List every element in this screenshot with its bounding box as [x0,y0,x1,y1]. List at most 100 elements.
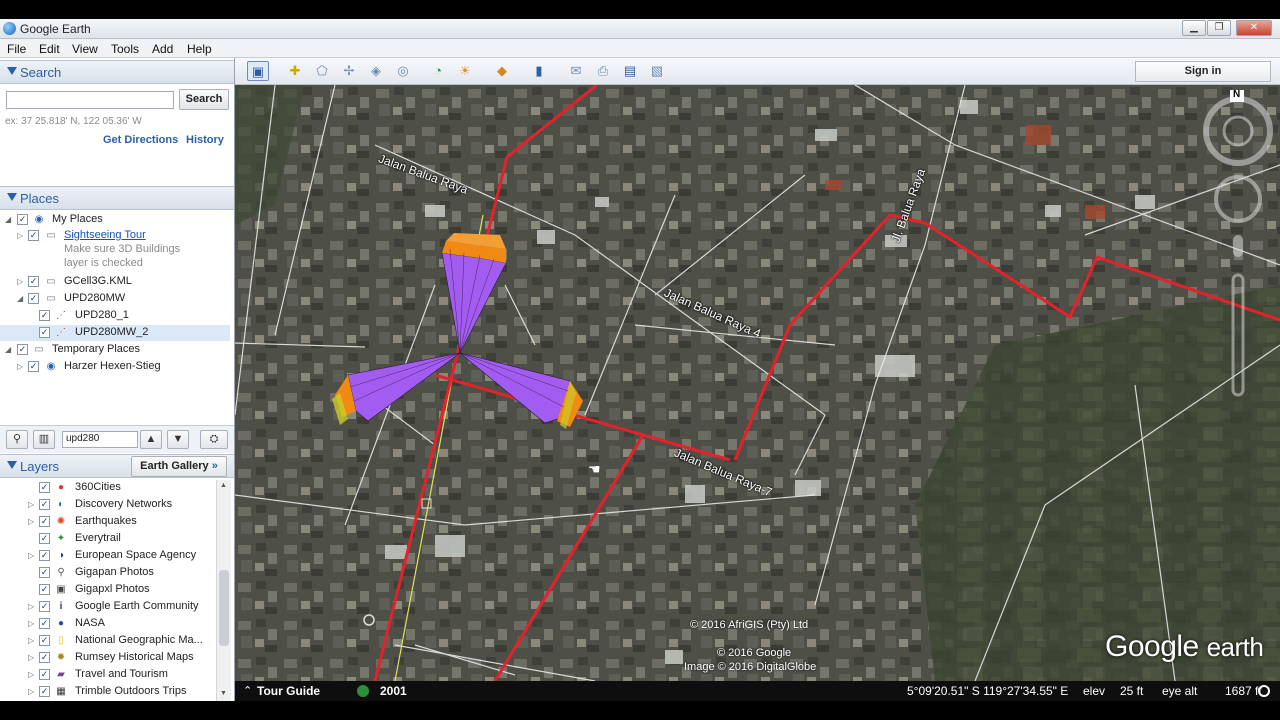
checkbox[interactable]: ✓ [39,652,50,663]
checkbox[interactable]: ✓ [28,361,39,372]
add-polygon-icon[interactable]: ⬠ [311,61,333,81]
earth-gallery-button[interactable]: Earth Gallery » [131,456,227,477]
move-up-icon[interactable]: ▲ [140,430,162,449]
checkbox[interactable]: ✓ [39,567,50,578]
checkbox[interactable]: ✓ [28,293,39,304]
tree-row-harzer-hexen-stieg[interactable]: ▷ ✓ ◉ Harzer Hexen-Stieg [0,359,230,375]
layer-row[interactable]: ▷ ✓ ◐ Discovery Networks [0,497,218,513]
expand-arrow-icon[interactable]: ▷ [28,670,34,679]
layer-row[interactable]: ✓ ● 360Cities [0,480,218,496]
layer-row[interactable]: ▷ ✓ ✹ Rumsey Historical Maps [0,650,218,666]
scroll-down-icon[interactable]: ▼ [220,690,227,697]
layers-scrollbar[interactable]: ▲ ▼ [216,480,231,701]
checkbox[interactable]: ✓ [17,344,28,355]
tree-row-upd280-1[interactable]: ✓ ⋰ UPD280_1 [0,308,230,324]
checkbox[interactable]: ✓ [39,584,50,595]
expand-arrow-icon[interactable]: ▷ [17,277,23,286]
tree-row-temporary-places[interactable]: ◢ ✓ ▭ Temporary Places [0,342,230,358]
layer-row[interactable]: ✓ ▣ Gigapxl Photos [0,582,218,598]
search-panel-header[interactable]: Search [0,60,234,84]
add-path-icon[interactable]: ✢ [338,61,360,81]
checkbox[interactable]: ✓ [39,686,50,697]
expand-arrow-icon[interactable]: ▷ [17,231,23,240]
tree-row-sightseeing-tour[interactable]: ▷ ✓ ▭ Sightseeing Tour [0,228,230,244]
checkbox[interactable]: ✓ [39,499,50,510]
layer-row[interactable]: ▷ ✓ ✺ Earthquakes [0,514,218,530]
history-link[interactable]: History [186,134,224,146]
menu-edit[interactable]: Edit [39,42,60,56]
tree-row-upd280mw[interactable]: ◢ ✓ ▭ UPD280MW [0,291,230,307]
sunlight-icon[interactable]: ☀ [454,61,476,81]
places-panel-header[interactable]: Places [0,186,234,210]
checkbox[interactable]: ✓ [39,327,50,338]
layer-row[interactable]: ▷ ✓ ● NASA [0,616,218,632]
image-overlay-icon[interactable]: ◈ [365,61,387,81]
menu-tools[interactable]: Tools [111,42,139,56]
minimize-button[interactable]: ▁ [1182,20,1206,36]
checkbox[interactable]: ✓ [28,230,39,241]
layer-row[interactable]: ▷ ✓ ▯ National Geographic Ma... [0,633,218,649]
places-filter-input[interactable]: upd280 [62,431,138,448]
expand-arrow-icon[interactable]: ◢ [5,215,11,224]
tree-row-my-places[interactable]: ◢ ✓ ◉ My Places [0,212,230,228]
tree-label[interactable]: Sightseeing Tour [64,229,146,241]
expand-arrow-icon[interactable]: ◢ [5,345,11,354]
expand-arrow-icon[interactable]: ▷ [28,517,34,526]
add-placemark-icon[interactable]: ✚ [284,61,306,81]
tree-row-upd280mw-2[interactable]: ✓ ⋰ UPD280MW_2 [0,325,230,341]
layer-row[interactable]: ✓ ✦ Everytrail [0,531,218,547]
view-in-maps-icon[interactable]: ▧ [646,61,668,81]
layer-row[interactable]: ▷ ✓ i Google Earth Community [0,599,218,615]
expand-arrow-icon[interactable]: ▷ [28,619,34,628]
layer-row[interactable]: ▷ ✓ ▰ Travel and Tourism [0,667,218,683]
menu-add[interactable]: Add [152,42,173,56]
map-view[interactable]: N Jalan Balua Raya Jalan Balua Raya 4 Ja… [235,85,1280,681]
historical-clock-icon[interactable] [357,685,369,697]
email-icon[interactable]: ✉ [565,61,587,81]
checkbox[interactable]: ✓ [39,310,50,321]
tour-icon[interactable]: ⛭ [200,430,228,449]
checkbox[interactable]: ✓ [39,550,50,561]
record-tour-icon[interactable]: ◎ [392,61,414,81]
search-input[interactable] [7,92,173,108]
menu-file[interactable]: File [7,42,26,56]
print-icon[interactable]: ⎙ [592,61,614,81]
expand-arrow-icon[interactable]: ▷ [28,636,34,645]
checkbox[interactable]: ✓ [39,533,50,544]
maximize-button[interactable]: ❐ [1207,20,1231,36]
layer-row[interactable]: ▷ ✓ ▦ Trimble Outdoors Trips [0,684,218,700]
historical-imagery-icon[interactable]: ◔ [427,61,449,81]
scroll-thumb[interactable] [219,570,229,646]
save-image-icon[interactable]: ▤ [619,61,641,81]
tour-guide-label[interactable]: Tour Guide [257,684,320,698]
sidebar-toggle-icon[interactable]: ▣ [247,61,269,81]
checkbox[interactable]: ✓ [39,516,50,527]
expand-arrow-icon[interactable]: ▷ [28,500,34,509]
checkbox[interactable]: ✓ [39,601,50,612]
checkbox[interactable]: ✓ [28,276,39,287]
show-panel-icon[interactable]: ▥ [33,430,55,449]
compass-north-label[interactable]: N [1233,89,1240,100]
get-directions-link[interactable]: Get Directions [103,134,178,146]
search-input-box[interactable] [6,91,174,109]
checkbox[interactable]: ✓ [39,635,50,646]
menu-help[interactable]: Help [187,42,212,56]
checkbox[interactable]: ✓ [39,482,50,493]
scroll-up-icon[interactable]: ▲ [220,482,227,489]
switch-to-sky-icon[interactable]: ◆ [491,61,513,81]
tour-guide-chevron-icon[interactable]: ⌃ [243,684,252,697]
checkbox[interactable]: ✓ [17,214,28,225]
ruler-icon[interactable]: ▮ [528,61,550,81]
expand-arrow-icon[interactable]: ◢ [17,294,23,303]
close-button[interactable]: ✕ [1236,20,1272,36]
search-places-icon[interactable]: ⚲ [6,430,28,449]
search-button[interactable]: Search [179,89,229,110]
tree-row-gcell3g[interactable]: ▷ ✓ ▭ GCell3G.KML [0,274,230,290]
move-down-icon[interactable]: ▼ [167,430,189,449]
expand-arrow-icon[interactable]: ▷ [28,687,34,696]
layer-row[interactable]: ▷ ✓ ◑ European Space Agency [0,548,218,564]
expand-arrow-icon[interactable]: ▷ [17,362,23,371]
checkbox[interactable]: ✓ [39,669,50,680]
checkbox[interactable]: ✓ [39,618,50,629]
menu-view[interactable]: View [72,42,98,56]
